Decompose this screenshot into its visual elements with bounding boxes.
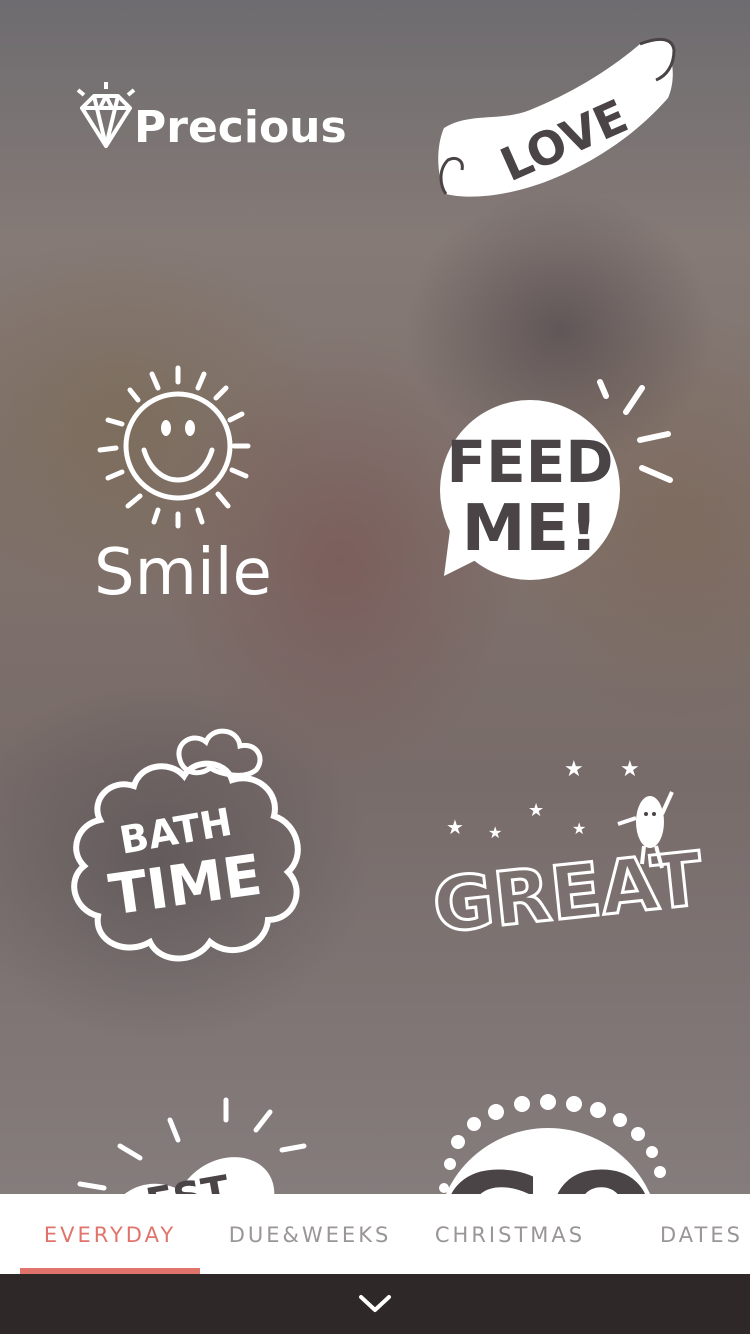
sticker-great-label: GREAT xyxy=(429,836,707,950)
sticker-best[interactable]: EST xyxy=(60,1090,320,1194)
sticker-love[interactable]: LOVE xyxy=(430,10,690,270)
sticker-best-label: EST xyxy=(143,1167,234,1194)
svg-text:★: ★ xyxy=(620,757,640,782)
svg-text:★: ★ xyxy=(572,819,586,838)
sticker-bath-time[interactable]: BATH TIME xyxy=(60,720,320,980)
svg-text:★: ★ xyxy=(446,815,464,839)
diamond-icon xyxy=(76,82,136,148)
sticker-feed-me-line1: FEED xyxy=(446,428,613,496)
sticker-feed-me-line2: ME! xyxy=(462,492,599,566)
collapse-bar[interactable] xyxy=(0,1274,750,1334)
tab-due-weeks[interactable]: DUE&WEEKS xyxy=(210,1194,410,1274)
sticker-go-label: GO xyxy=(439,1145,656,1194)
tab-dates[interactable]: DATES xyxy=(660,1194,750,1274)
sticker-smile-label: Smile xyxy=(94,536,272,610)
star-icons: ★ ★ ★ ★ ★ ★ xyxy=(446,757,640,842)
svg-text:★: ★ xyxy=(488,823,502,842)
sticker-precious-label: Precious xyxy=(134,102,347,153)
sticker-smile[interactable]: Smile xyxy=(60,350,320,610)
tab-everyday[interactable]: EVERYDAY xyxy=(20,1194,200,1274)
sticker-grid: Precious LOVE Smile FEED ME! BATH TIME ★… xyxy=(0,0,750,1194)
sticker-precious[interactable]: Precious xyxy=(60,0,347,260)
category-tab-bar: EVERYDAY DUE&WEEKS CHRISTMAS DATES xyxy=(0,1194,750,1274)
sticker-go[interactable]: GO xyxy=(430,1090,690,1194)
svg-text:★: ★ xyxy=(528,800,544,821)
tab-christmas[interactable]: CHRISTMAS xyxy=(418,1194,602,1274)
sticker-feed-me[interactable]: FEED ME! xyxy=(430,360,690,620)
chevron-down-icon[interactable] xyxy=(355,1288,395,1318)
svg-text:★: ★ xyxy=(564,757,584,782)
sticker-great[interactable]: ★ ★ ★ ★ ★ ★ GREAT xyxy=(427,740,708,1000)
